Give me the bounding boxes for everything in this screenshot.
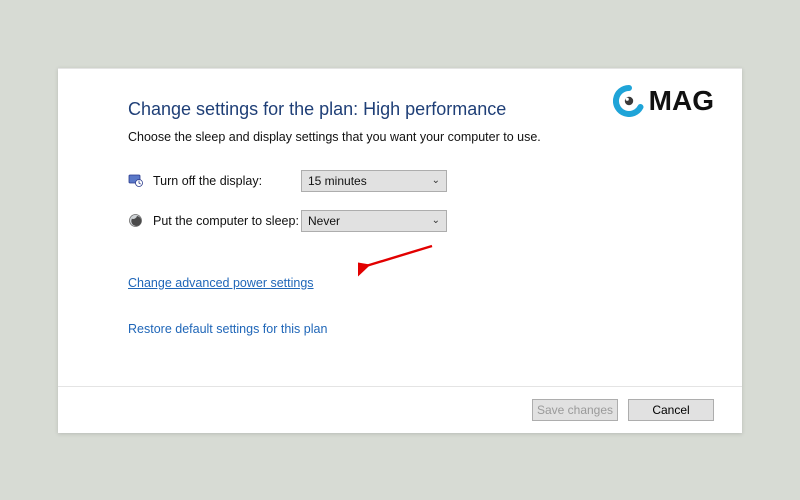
turn-off-display-value: 15 minutes: [308, 174, 367, 188]
restore-defaults-link[interactable]: Restore default settings for this plan: [128, 322, 327, 336]
logo-text: MAG: [649, 85, 714, 117]
turn-off-display-label: Turn off the display:: [153, 174, 301, 188]
display-icon: [128, 173, 143, 188]
row-turn-off-display: Turn off the display: 15 minutes ⌄: [128, 170, 712, 192]
chevron-down-icon: ⌄: [432, 175, 440, 186]
sleep-label: Put the computer to sleep:: [153, 214, 301, 228]
links-area: Change advanced power settings Restore d…: [128, 258, 712, 336]
power-plan-settings-window: MAG Change settings for the plan: High p…: [58, 68, 742, 433]
row-sleep: Put the computer to sleep: Never ⌄: [128, 210, 712, 232]
logo-c-icon: [613, 85, 645, 117]
cancel-button[interactable]: Cancel: [628, 399, 714, 421]
sleep-select[interactable]: Never ⌄: [301, 210, 447, 232]
sleep-icon: [128, 213, 143, 228]
save-changes-button[interactable]: Save changes: [532, 399, 618, 421]
turn-off-display-select[interactable]: 15 minutes ⌄: [301, 170, 447, 192]
brand-logo: MAG: [613, 85, 714, 117]
footer-button-bar: Save changes Cancel: [58, 387, 742, 433]
sleep-value: Never: [308, 214, 340, 228]
chevron-down-icon: ⌄: [432, 215, 440, 226]
annotation-arrow-icon: [358, 242, 438, 280]
content-area: MAG Change settings for the plan: High p…: [58, 69, 742, 387]
change-advanced-link[interactable]: Change advanced power settings: [128, 276, 314, 290]
page-subtitle: Choose the sleep and display settings th…: [128, 130, 712, 144]
